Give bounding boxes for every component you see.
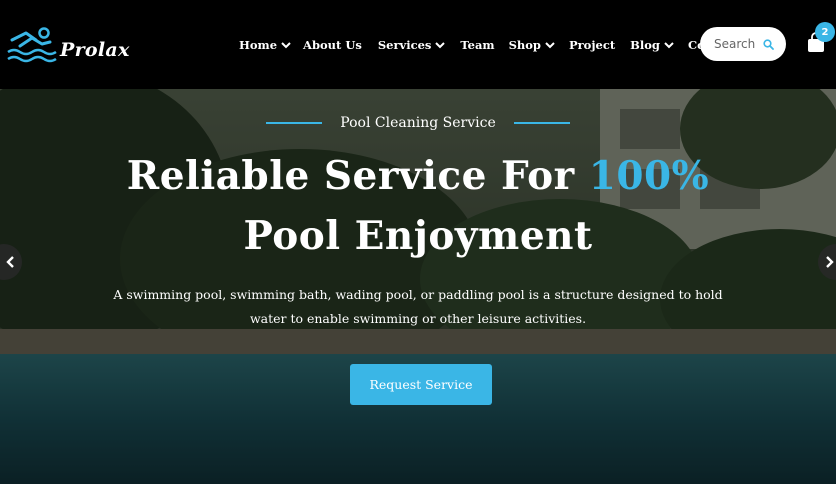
search-box[interactable] (700, 27, 786, 61)
chevron-right-icon (826, 256, 834, 268)
nav-item-label: Shop (508, 38, 541, 52)
nav-item-about-us[interactable]: About Us (303, 38, 362, 52)
nav-item-label: Home (239, 38, 278, 52)
nav-item-label: Team (460, 38, 495, 52)
nav-item-project[interactable]: Project (569, 38, 615, 52)
hero-subtitle-row: Pool Cleaning Service (0, 115, 836, 131)
main-nav: Home About Us Services Team Shop Project… (239, 36, 759, 54)
nav-item-team[interactable]: Team (460, 38, 494, 52)
hero-description: A swimming pool, swimming bath, wading p… (0, 283, 836, 331)
hero-subtitle: Pool Cleaning Service (340, 115, 496, 131)
chevron-down-icon (435, 41, 446, 48)
subtitle-divider-left (266, 122, 323, 124)
site-header: Prolax Home About Us Services Team Shop … (0, 0, 836, 89)
nav-item-home[interactable]: Home (239, 38, 291, 52)
search-input[interactable] (714, 37, 764, 51)
subtitle-divider-right (513, 122, 570, 124)
nav-item-label: About Us (303, 38, 362, 52)
hero-slider: Pool Cleaning Service Reliable Service F… (0, 89, 836, 484)
nav-item-label: Services (377, 38, 432, 52)
brand-name: Prolax (60, 39, 130, 61)
nav-item-blog[interactable]: Blog (630, 38, 674, 52)
chevron-left-icon (6, 256, 14, 268)
nav-item-label: Blog (630, 38, 660, 52)
headline-prefix: Reliable Service For (126, 153, 589, 199)
description-line: A swimming pool, swimming bath, wading p… (113, 287, 723, 302)
swimmer-logo-icon (7, 27, 57, 63)
nav-item-services[interactable]: Services (378, 38, 446, 52)
nav-item-label: Project (568, 38, 616, 52)
brand-logo[interactable]: Prolax (6, 24, 130, 68)
chevron-down-icon (545, 41, 555, 48)
hero-headline-line2: Pool Enjoyment (243, 213, 593, 259)
hero-headline-line1: Reliable Service For 100% (0, 157, 836, 196)
nav-item-shop[interactable]: Shop (509, 38, 555, 52)
chevron-down-icon (664, 41, 674, 48)
search-icon[interactable] (763, 39, 774, 50)
description-line: water to enable swimming or other leisur… (249, 311, 587, 326)
chevron-down-icon (281, 41, 291, 48)
request-service-button[interactable]: Request Service (350, 364, 492, 405)
headline-accent: 100% (588, 153, 710, 199)
cart-count-badge: 2 (815, 22, 835, 42)
